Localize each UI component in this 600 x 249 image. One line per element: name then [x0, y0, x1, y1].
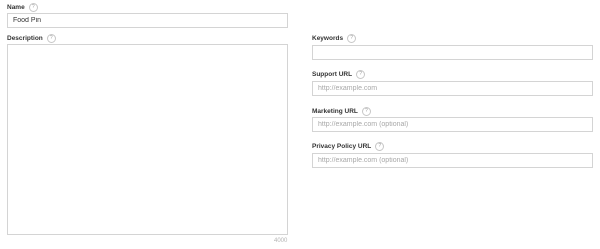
description-label: Description	[7, 35, 43, 42]
name-label: Name	[7, 4, 25, 11]
keywords-help-icon[interactable]: ?	[347, 34, 357, 43]
description-char-counter: 4000	[274, 238, 288, 244]
support-url-label: Support URL	[312, 71, 353, 78]
marketing-url-label-row: Marketing URL ?	[312, 107, 371, 116]
support-url-input[interactable]	[312, 81, 593, 96]
marketing-url-label: Marketing URL	[312, 108, 358, 115]
description-textarea[interactable]	[7, 44, 288, 235]
name-help-icon[interactable]: ?	[28, 3, 38, 12]
keywords-input[interactable]	[312, 45, 593, 60]
marketing-url-help-icon[interactable]: ?	[361, 107, 371, 116]
privacy-policy-url-help-icon[interactable]: ?	[375, 142, 385, 151]
marketing-url-input[interactable]	[312, 117, 593, 132]
name-input[interactable]	[7, 13, 288, 28]
name-label-row: Name ?	[7, 3, 38, 12]
privacy-policy-url-input[interactable]	[312, 153, 593, 168]
description-help-icon[interactable]: ?	[46, 34, 56, 43]
privacy-policy-url-label-row: Privacy Policy URL ?	[312, 142, 385, 151]
privacy-policy-url-label: Privacy Policy URL	[312, 143, 372, 150]
keywords-label: Keywords	[312, 35, 344, 42]
support-url-label-row: Support URL ?	[312, 70, 366, 79]
description-label-row: Description ?	[7, 34, 56, 43]
support-url-help-icon[interactable]: ?	[356, 70, 366, 79]
keywords-label-row: Keywords ?	[312, 34, 357, 43]
